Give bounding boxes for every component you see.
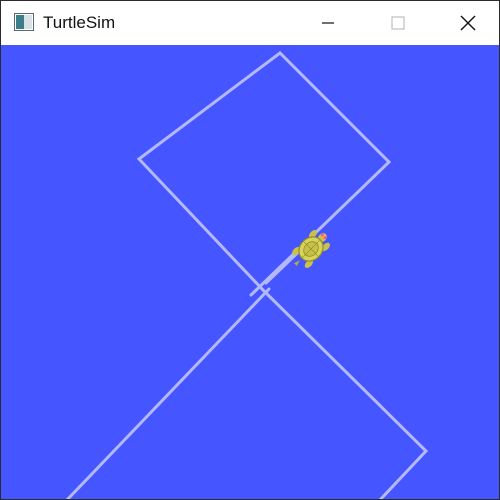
maximize-icon <box>391 16 405 30</box>
close-icon <box>460 15 476 31</box>
canvas-background <box>1 45 499 499</box>
turtlesim-window: TurtleSim <box>0 0 500 500</box>
window-title: TurtleSim <box>43 13 116 32</box>
minimize-button[interactable] <box>305 1 351 45</box>
maximize-button[interactable] <box>375 1 421 45</box>
turtle-canvas[interactable] <box>1 45 499 499</box>
title-bar[interactable]: TurtleSim <box>1 1 499 45</box>
minimize-icon <box>322 22 334 24</box>
close-button[interactable] <box>445 1 491 45</box>
app-icon <box>14 13 34 31</box>
